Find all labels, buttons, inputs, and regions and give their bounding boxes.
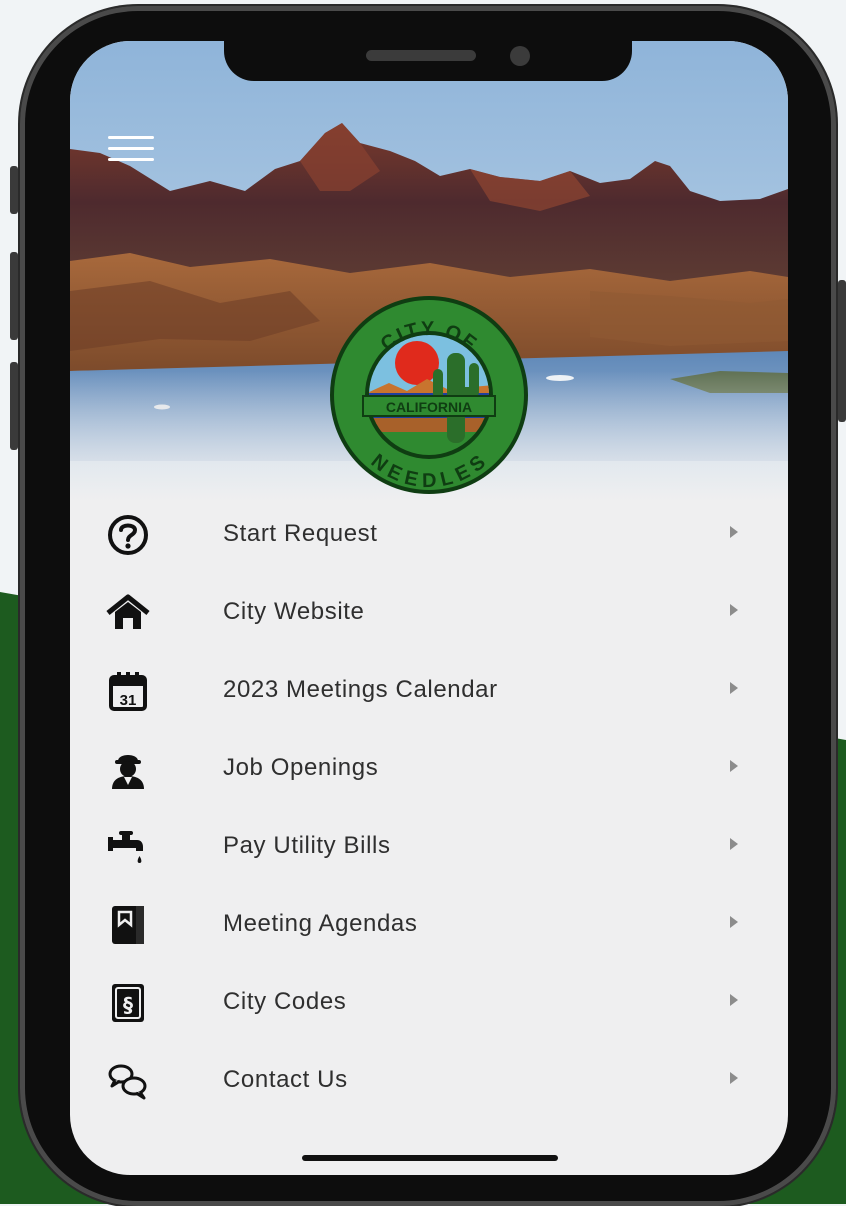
menu-item-label: Job Openings xyxy=(223,754,379,781)
chevron-right-icon xyxy=(730,994,738,1006)
menu-item-label: City Codes xyxy=(223,988,347,1015)
front-camera xyxy=(510,46,530,66)
chat-bubbles-icon xyxy=(106,1059,150,1103)
menu-item-pay-utility-bills[interactable]: Pay Utility Bills xyxy=(70,808,788,886)
calendar-day-number: 31 xyxy=(120,692,137,709)
menu-item-label: Start Request xyxy=(223,520,378,547)
chevron-right-icon xyxy=(730,760,738,772)
menu-item-meetings-calendar[interactable]: 31 2023 Meetings Calendar xyxy=(70,652,788,730)
chevron-right-icon xyxy=(730,526,738,538)
chevron-right-icon xyxy=(730,604,738,616)
menu-item-city-website[interactable]: City Website xyxy=(70,574,788,652)
app-screen: CALIFORNIA CITY OF NEEDLES Start Request… xyxy=(70,41,788,1175)
main-menu-list: Start Request City Website 31 2023 Meeti… xyxy=(70,496,788,1120)
bookmark-book-icon xyxy=(106,903,150,947)
menu-item-meeting-agendas[interactable]: Meeting Agendas xyxy=(70,886,788,964)
phone-volume-up xyxy=(10,252,18,340)
seal-middle-text: CALIFORNIA xyxy=(386,399,472,415)
home-icon xyxy=(106,591,150,635)
section-symbol: § xyxy=(123,993,133,1017)
menu-item-contact-us[interactable]: Contact Us xyxy=(70,1042,788,1120)
menu-item-label: Contact Us xyxy=(223,1066,348,1093)
worker-icon xyxy=(106,747,150,791)
menu-item-job-openings[interactable]: Job Openings xyxy=(70,730,788,808)
home-indicator-bar[interactable] xyxy=(302,1155,558,1161)
menu-item-label: Pay Utility Bills xyxy=(223,832,391,859)
city-seal-logo: CALIFORNIA CITY OF NEEDLES xyxy=(327,293,531,497)
phone-volume-down xyxy=(10,362,18,450)
chevron-right-icon xyxy=(730,1072,738,1084)
question-circle-icon xyxy=(106,513,150,557)
chevron-right-icon xyxy=(730,682,738,694)
calendar-31-icon: 31 xyxy=(106,669,150,713)
menu-item-label: 2023 Meetings Calendar xyxy=(223,676,498,703)
menu-item-label: City Website xyxy=(223,598,365,625)
chevron-right-icon xyxy=(730,916,738,928)
menu-item-city-codes[interactable]: § City Codes xyxy=(70,964,788,1042)
speaker-grille xyxy=(366,50,476,61)
menu-item-start-request[interactable]: Start Request xyxy=(70,496,788,574)
hamburger-menu-icon[interactable] xyxy=(108,136,154,162)
section-sign-icon: § xyxy=(106,981,150,1025)
faucet-icon xyxy=(106,825,150,869)
chevron-right-icon xyxy=(730,838,738,850)
phone-notch xyxy=(224,41,632,81)
menu-item-label: Meeting Agendas xyxy=(223,910,418,937)
phone-silent-switch xyxy=(10,166,18,214)
phone-power-button xyxy=(838,280,846,422)
